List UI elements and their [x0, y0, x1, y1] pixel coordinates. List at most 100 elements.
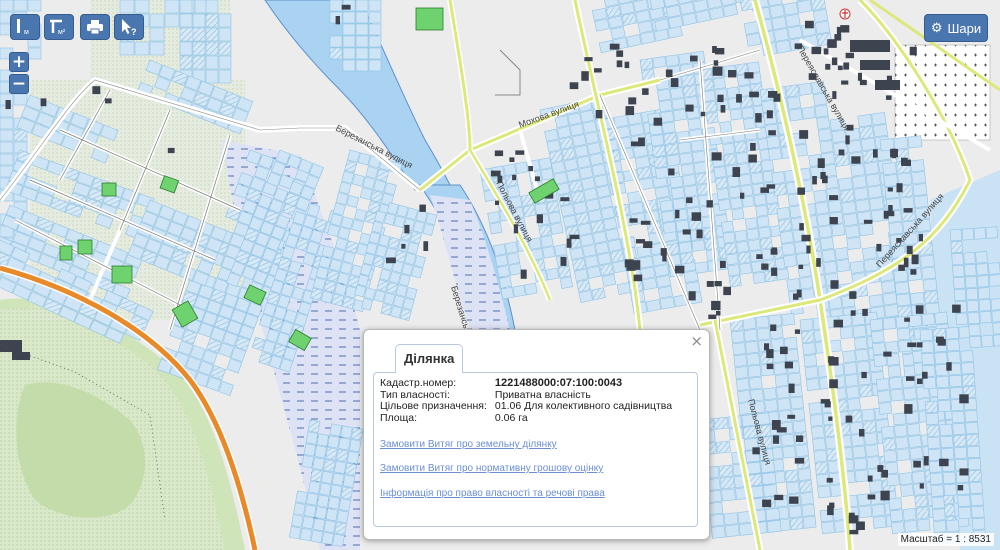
land-parcel[interactable] [885, 473, 900, 487]
land-parcel[interactable] [659, 199, 674, 212]
land-parcel[interactable] [205, 0, 219, 14]
land-parcel[interactable] [320, 290, 334, 304]
land-parcel[interactable] [801, 106, 816, 120]
land-parcel[interactable] [804, 366, 819, 380]
land-parcel[interactable] [788, 108, 803, 122]
land-parcel[interactable] [179, 41, 193, 56]
land-parcel[interactable] [562, 214, 578, 228]
land-parcel[interactable] [775, 39, 791, 54]
land-parcel[interactable] [993, 334, 1000, 347]
land-parcel[interactable] [487, 211, 501, 224]
land-parcel[interactable] [659, 296, 675, 310]
land-parcel[interactable] [727, 264, 741, 277]
tab-parcel[interactable]: Ділянка [395, 344, 464, 373]
land-parcel[interactable] [339, 261, 353, 275]
land-parcel[interactable] [769, 4, 785, 19]
land-parcel[interactable] [766, 519, 782, 533]
land-parcel[interactable] [723, 512, 739, 526]
land-parcel[interactable] [681, 74, 696, 87]
land-parcel[interactable] [683, 185, 698, 198]
land-parcel[interactable] [861, 246, 877, 260]
land-parcel[interactable] [898, 472, 913, 486]
land-parcel[interactable] [921, 266, 937, 280]
land-parcel[interactable] [880, 280, 896, 294]
land-parcel[interactable] [544, 128, 559, 142]
land-parcel[interactable] [852, 324, 867, 338]
land-parcel[interactable] [839, 189, 855, 203]
land-parcel[interactable] [0, 141, 14, 154]
land-parcel[interactable] [719, 476, 735, 490]
land-parcel[interactable] [569, 123, 585, 137]
land-parcel[interactable] [726, 175, 740, 188]
land-parcel[interactable] [976, 263, 989, 276]
land-parcel[interactable] [953, 288, 967, 302]
land-parcel[interactable] [728, 186, 742, 199]
land-parcel[interactable] [868, 480, 883, 493]
land-parcel[interactable] [814, 104, 829, 118]
land-parcel[interactable] [307, 419, 321, 433]
land-parcel[interactable] [295, 490, 308, 504]
land-parcel[interactable] [293, 502, 306, 516]
land-parcel[interactable] [827, 199, 842, 213]
land-parcel[interactable] [781, 242, 796, 256]
land-parcel[interactable] [591, 163, 607, 177]
land-parcel[interactable] [964, 263, 977, 277]
land-parcel[interactable] [845, 385, 860, 399]
land-parcel[interactable] [714, 177, 728, 190]
land-parcel[interactable] [746, 352, 761, 366]
land-parcel[interactable] [718, 198, 731, 211]
land-parcel[interactable] [678, 52, 693, 65]
land-parcel[interactable] [553, 171, 568, 185]
land-parcel[interactable] [218, 55, 232, 70]
land-parcel[interactable] [882, 292, 898, 306]
land-parcel[interactable] [628, 201, 644, 215]
land-parcel[interactable] [756, 215, 770, 228]
land-parcel[interactable] [164, 13, 180, 28]
land-parcel[interactable] [890, 388, 904, 402]
land-parcel[interactable] [814, 461, 829, 475]
land-parcel[interactable] [951, 252, 964, 266]
land-parcel[interactable] [569, 247, 584, 261]
land-parcel[interactable] [889, 509, 904, 523]
land-parcel[interactable] [563, 158, 579, 172]
land-parcel[interactable] [831, 223, 846, 237]
land-parcel[interactable] [567, 112, 582, 126]
land-parcel[interactable] [816, 213, 831, 227]
land-parcel[interactable] [823, 260, 838, 275]
land-parcel[interactable] [329, 0, 343, 12]
land-parcel[interactable] [890, 521, 905, 535]
land-parcel[interactable] [853, 187, 869, 201]
print-button[interactable] [80, 14, 110, 40]
land-parcel[interactable] [920, 340, 934, 354]
land-parcel[interactable] [334, 237, 348, 251]
land-parcel[interactable] [0, 153, 14, 166]
land-parcel[interactable] [347, 149, 361, 163]
land-parcel[interactable] [368, 35, 382, 48]
land-parcel[interactable] [729, 108, 743, 121]
land-parcel[interactable] [728, 275, 742, 288]
land-parcel[interactable] [323, 458, 336, 473]
land-parcel[interactable] [721, 220, 735, 233]
land-parcel[interactable] [594, 241, 610, 255]
land-parcel[interactable] [0, 129, 14, 142]
land-parcel[interactable] [315, 266, 329, 280]
land-parcel[interactable] [961, 228, 975, 241]
land-parcel[interactable] [802, 515, 817, 529]
land-parcel[interactable] [776, 268, 790, 281]
land-parcel[interactable] [680, 163, 695, 176]
land-parcel[interactable] [988, 262, 1000, 275]
land-parcel[interactable] [967, 457, 982, 471]
land-parcel[interactable] [522, 204, 537, 218]
land-parcel[interactable] [345, 240, 359, 254]
land-parcel[interactable] [992, 322, 1000, 335]
land-parcel[interactable] [764, 399, 779, 413]
land-parcel[interactable] [629, 123, 645, 137]
land-parcel[interactable] [0, 117, 14, 130]
land-parcel[interactable] [489, 221, 503, 235]
land-parcel[interactable] [773, 183, 788, 197]
land-parcel[interactable] [858, 505, 873, 519]
land-parcel[interactable] [883, 174, 899, 188]
land-parcel[interactable] [814, 20, 831, 35]
land-parcel[interactable] [778, 218, 793, 232]
land-parcel[interactable] [314, 445, 327, 459]
